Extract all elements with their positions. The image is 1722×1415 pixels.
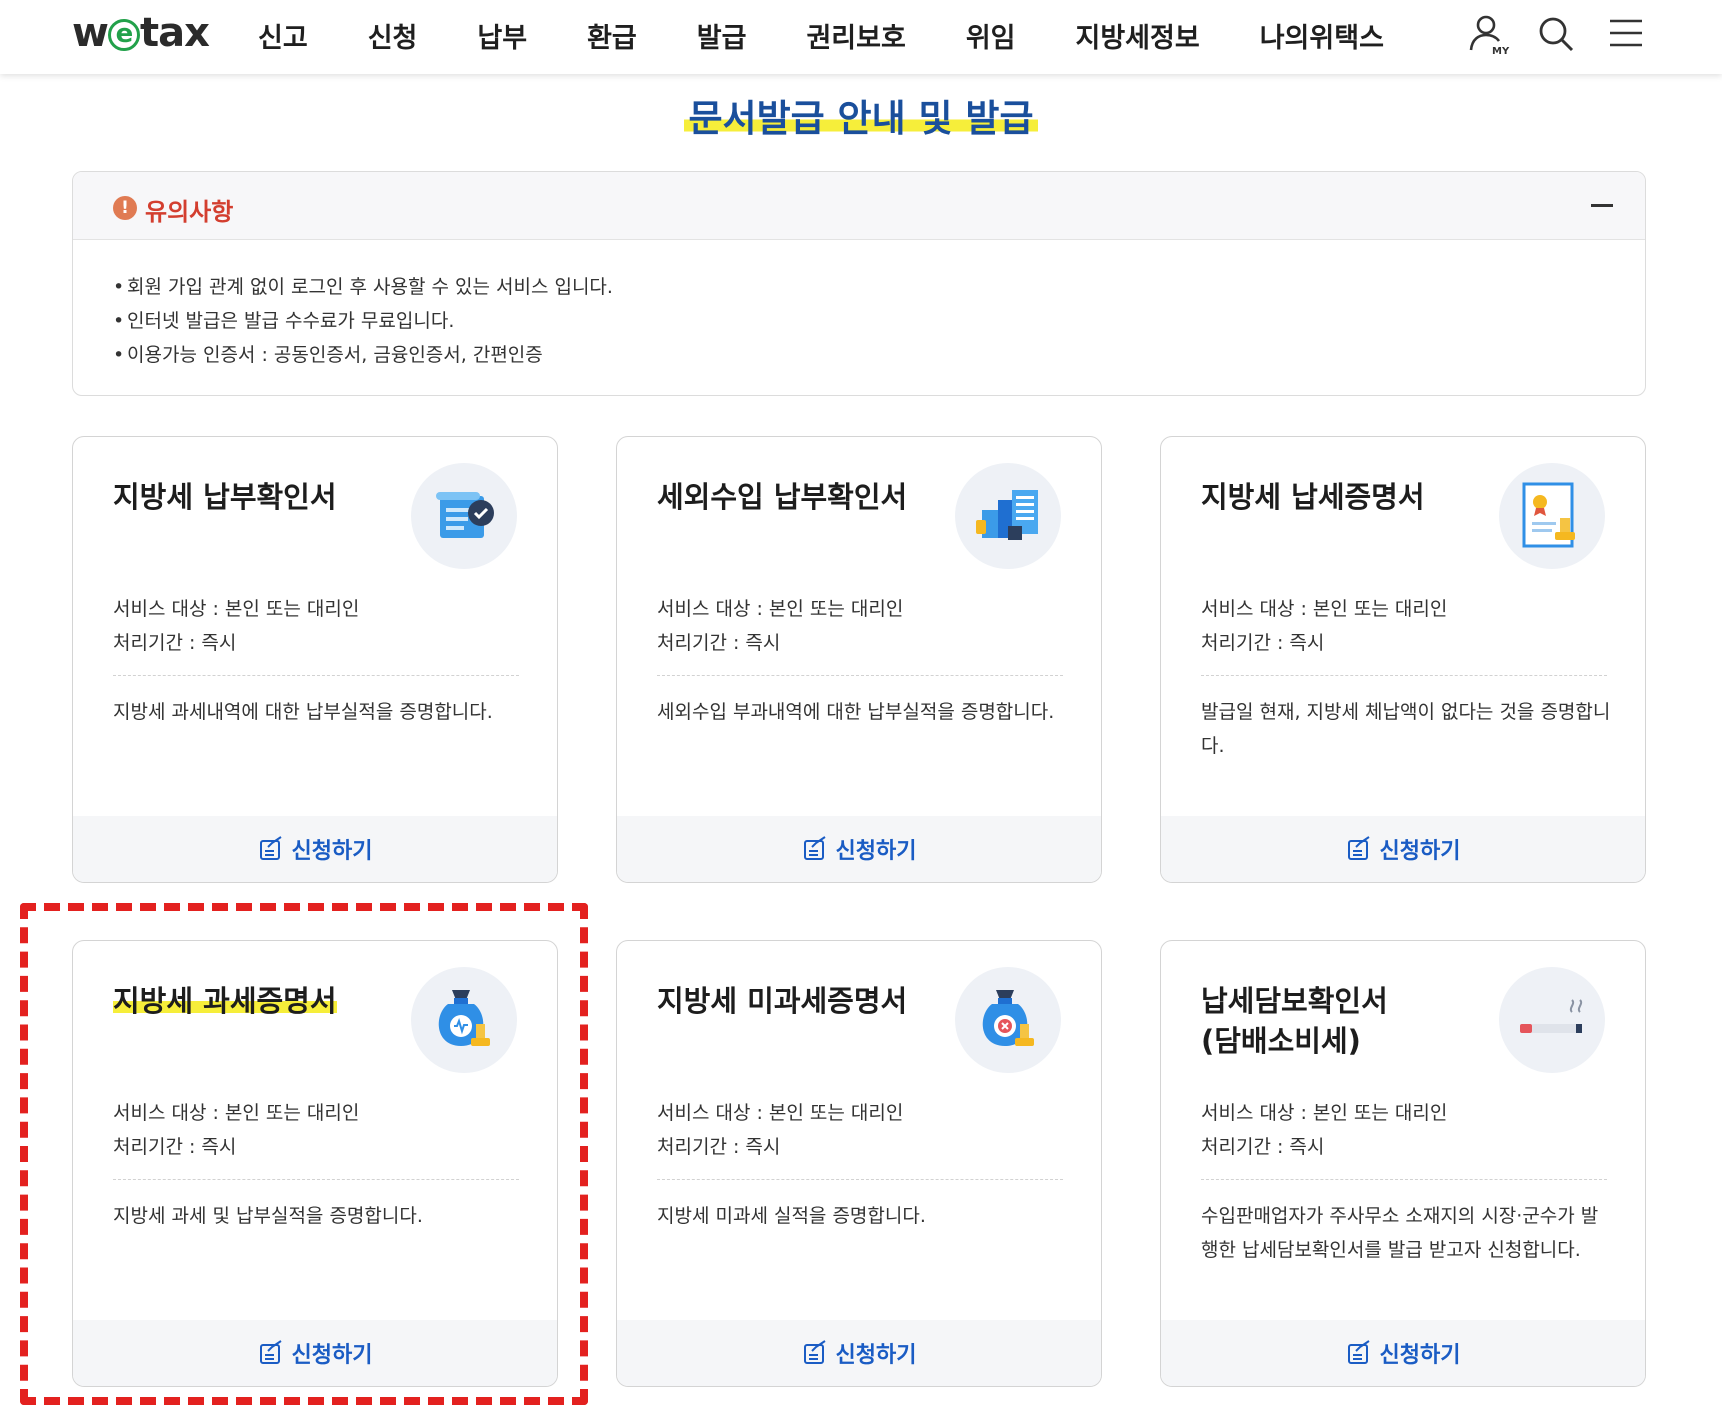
- apply-button[interactable]: 신청하기: [1161, 816, 1645, 882]
- card-description: 지방세 미과세 실적을 증명합니다.: [657, 1205, 926, 1227]
- processing-period: 처리기간 : 즉시: [113, 632, 237, 654]
- apply-button-label: 신청하기: [835, 1343, 917, 1368]
- notice-panel: ! 유의사항 회원 가입 관계 없이 로그인 후 사용할 수 있는 서비스 입니…: [72, 171, 1646, 396]
- nav-item-refund[interactable]: 환급: [587, 16, 637, 55]
- card-meta: 서비스 대상 : 본인 또는 대리인 처리기간 : 즉시: [113, 1096, 359, 1164]
- card-non-taxation-certificate: 지방세 미과세증명서 서비스 대상 : 본인 또는 대리인 처리기간 : 즉시 …: [616, 940, 1102, 1387]
- nav-item-rights[interactable]: 권리보호: [806, 16, 905, 55]
- card-description: 수입판매업자가 주사무소 소재지의 시장·군수가 발행한 납세담보확인서를 발급…: [1201, 1205, 1599, 1261]
- notice-header[interactable]: ! 유의사항: [73, 172, 1645, 240]
- service-target: 서비스 대상 : 본인 또는 대리인: [113, 598, 360, 620]
- card-taxation-certificate: 지방세 과세증명서 서비스 대상 : 본인 또는 대리인 처리기간 : 즉시 지…: [72, 940, 558, 1387]
- cigarette-icon: [1499, 967, 1605, 1073]
- apply-button-label: 신청하기: [1379, 1343, 1461, 1368]
- wetax-logo[interactable]: w e tax: [72, 10, 210, 56]
- edit-form-icon: [803, 836, 826, 860]
- card-description: 지방세 과세 및 납부실적을 증명합니다.: [113, 1205, 423, 1227]
- apply-button[interactable]: 신청하기: [73, 1320, 557, 1386]
- apply-button-label: 신청하기: [1379, 839, 1461, 864]
- nav-item-issue[interactable]: 발급: [697, 16, 747, 55]
- apply-button[interactable]: 신청하기: [617, 816, 1101, 882]
- card-title: 지방세 미과세증명서: [657, 984, 908, 1018]
- edit-form-icon: [259, 1340, 282, 1364]
- service-target: 서비스 대상 : 본인 또는 대리인: [657, 1102, 904, 1124]
- edit-form-icon: [1347, 1340, 1370, 1364]
- card-title: 지방세 과세증명서: [113, 984, 337, 1018]
- card-payment-confirmation: 지방세 납부확인서 서비스 대상 : 본인 또는 대리인 처리기간 : 즉시 지…: [72, 436, 558, 883]
- document-check-icon: [411, 463, 517, 569]
- tax-bag-stamp-icon: [411, 967, 517, 1073]
- card-meta: 서비스 대상 : 본인 또는 대리인 처리기간 : 즉시: [113, 592, 359, 660]
- service-target: 서비스 대상 : 본인 또는 대리인: [113, 1102, 360, 1124]
- logo-text-tax: tax: [139, 10, 210, 56]
- card-description: 지방세 과세내역에 대한 납부실적을 증명합니다.: [113, 701, 493, 723]
- service-target: 서비스 대상 : 본인 또는 대리인: [1201, 598, 1448, 620]
- main-nav: 신고 신청 납부 환급 발급 권리보호 위임 지방세정보 나의위택스: [258, 0, 1444, 70]
- page-title-wrap: 문서발급 안내 및 발급: [0, 88, 1722, 142]
- top-header: w e tax 신고 신청 납부 환급 발급 권리보호 위임 지방세정보 나의위택스…: [0, 0, 1722, 74]
- apply-button[interactable]: 신청하기: [1161, 1320, 1645, 1386]
- my-user-icon[interactable]: MY: [1466, 12, 1510, 57]
- notice-list: 회원 가입 관계 없이 로그인 후 사용할 수 있는 서비스 입니다. 인터넷 …: [73, 240, 1645, 372]
- notice-item: 인터넷 발급은 발급 수수료가 무료입니다.: [113, 304, 1645, 338]
- divider: [113, 675, 519, 676]
- nav-item-report[interactable]: 신고: [258, 16, 308, 55]
- card-meta: 서비스 대상 : 본인 또는 대리인 처리기간 : 즉시: [1201, 592, 1447, 660]
- nav-item-local-tax-info[interactable]: 지방세정보: [1076, 16, 1200, 55]
- card-meta: 서비스 대상 : 본인 또는 대리인 처리기간 : 즉시: [657, 592, 903, 660]
- divider: [113, 1179, 519, 1180]
- processing-period: 처리기간 : 즉시: [1201, 632, 1325, 654]
- card-title: 지방세 납부확인서: [113, 480, 337, 514]
- apply-button-label: 신청하기: [291, 1343, 373, 1368]
- card-non-tax-payment-confirmation: 세외수입 납부확인서 서비스 대상 : 본인 또는 대리인 처리기간 : 즉시 …: [616, 436, 1102, 883]
- notice-item: 이용가능 인증서 : 공동인증서, 금융인증서, 간편인증: [113, 338, 1645, 372]
- notice-item: 회원 가입 관계 없이 로그인 후 사용할 수 있는 서비스 입니다.: [113, 270, 1645, 304]
- menu-icon[interactable]: [1604, 12, 1648, 56]
- processing-period: 처리기간 : 즉시: [113, 1136, 237, 1158]
- apply-button[interactable]: 신청하기: [617, 1320, 1101, 1386]
- divider: [1201, 675, 1607, 676]
- card-description: 세외수입 부과내역에 대한 납부실적을 증명합니다.: [657, 701, 1055, 723]
- card-title: 납세담보확인서 (담배소비세): [1201, 984, 1388, 1058]
- service-target: 서비스 대상 : 본인 또는 대리인: [657, 598, 904, 620]
- collapse-icon[interactable]: [1591, 204, 1613, 207]
- search-icon[interactable]: [1534, 12, 1578, 56]
- building-documents-icon: [955, 463, 1061, 569]
- nav-item-delegate[interactable]: 위임: [966, 16, 1016, 55]
- page-title: 문서발급 안내 및 발급: [684, 97, 1038, 140]
- logo-text-e: e: [107, 19, 140, 51]
- divider: [657, 1179, 1063, 1180]
- card-meta: 서비스 대상 : 본인 또는 대리인 처리기간 : 즉시: [657, 1096, 903, 1164]
- edit-form-icon: [803, 1340, 826, 1364]
- edit-form-icon: [1347, 836, 1370, 860]
- apply-button-label: 신청하기: [835, 839, 917, 864]
- nav-item-apply[interactable]: 신청: [368, 16, 418, 55]
- certificate-stamp-icon: [1499, 463, 1605, 569]
- processing-period: 처리기간 : 즉시: [657, 632, 781, 654]
- service-target: 서비스 대상 : 본인 또는 대리인: [1201, 1102, 1448, 1124]
- card-title: 세외수입 납부확인서: [657, 480, 908, 514]
- card-meta: 서비스 대상 : 본인 또는 대리인 처리기간 : 즉시: [1201, 1096, 1447, 1164]
- card-title-wrap: 지방세 과세증명서: [113, 981, 403, 1021]
- nav-item-my-wetax[interactable]: 나의위택스: [1260, 16, 1384, 55]
- apply-button-label: 신청하기: [291, 839, 373, 864]
- notice-title: 유의사항: [145, 198, 234, 226]
- apply-button[interactable]: 신청하기: [73, 816, 557, 882]
- exclamation-icon: !: [113, 196, 137, 220]
- svg-text:MY: MY: [1492, 46, 1510, 56]
- logo-text-w: w: [72, 10, 109, 56]
- edit-form-icon: [259, 836, 282, 860]
- card-title: 지방세 납세증명서: [1201, 480, 1425, 514]
- divider: [657, 675, 1063, 676]
- processing-period: 처리기간 : 즉시: [657, 1136, 781, 1158]
- card-tax-collateral-confirmation: 납세담보확인서 (담배소비세) 서비스 대상 : 본인 또는 대리인 처리기간 …: [1160, 940, 1646, 1387]
- divider: [1201, 1179, 1607, 1180]
- tax-bag-x-icon: [955, 967, 1061, 1073]
- card-tax-payment-certificate: 지방세 납세증명서 서비스 대상 : 본인 또는 대리인 처리기간 : 즉시 발…: [1160, 436, 1646, 883]
- processing-period: 처리기간 : 즉시: [1201, 1136, 1325, 1158]
- card-description: 발급일 현재, 지방세 체납액이 없다는 것을 증명합니다.: [1201, 701, 1611, 757]
- nav-item-pay[interactable]: 납부: [477, 16, 527, 55]
